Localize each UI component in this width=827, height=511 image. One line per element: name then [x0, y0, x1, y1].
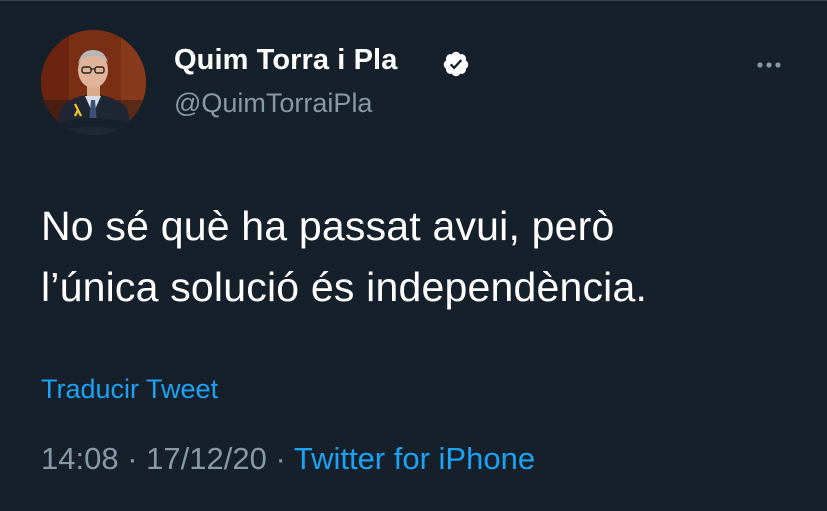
tweet: Quim Torra i Pla @QuimTorraiPla No sé qu…	[0, 0, 827, 511]
tweet-source-link[interactable]: Twitter for iPhone	[294, 441, 535, 476]
avatar[interactable]	[41, 30, 146, 135]
tweet-date[interactable]: 17/12/20	[146, 441, 267, 476]
more-options-icon[interactable]	[752, 52, 786, 78]
tweet-text-line: l’única solució és independència.	[41, 264, 648, 310]
separator: ·	[127, 441, 138, 476]
translate-tweet-link[interactable]: Traducir Tweet	[41, 374, 218, 405]
display-name[interactable]: Quim Torra i Pla	[174, 44, 397, 77]
tweet-text: No sé què ha passat avui, però l’única s…	[41, 196, 801, 318]
handle[interactable]: @QuimTorraiPla	[174, 88, 372, 119]
top-divider	[0, 0, 827, 1]
tweet-metadata: 14:08 · 17/12/20 · Twitter for iPhone	[41, 441, 535, 477]
avatar-photo	[41, 30, 146, 135]
tweet-time[interactable]: 14:08	[41, 441, 119, 476]
separator: ·	[275, 441, 286, 476]
verified-badge-icon	[443, 51, 469, 77]
tweet-text-line: No sé què ha passat avui, però	[41, 203, 615, 249]
